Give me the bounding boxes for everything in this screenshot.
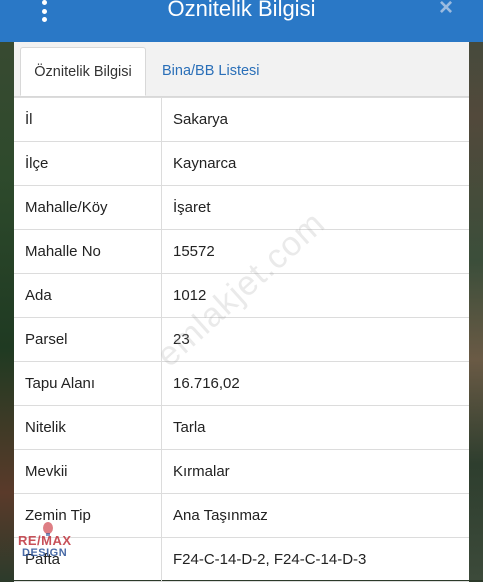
row-value: 1012 xyxy=(173,287,207,304)
map-background-right xyxy=(469,0,483,580)
row-key: Mahalle/Köy xyxy=(14,186,162,229)
row-value: Sakarya xyxy=(173,111,229,128)
row-key: Mevkii xyxy=(14,450,162,493)
row-value: Kaynarca xyxy=(173,155,237,172)
row-value: 16.716,02 xyxy=(173,375,240,392)
table-row: İl Sakarya xyxy=(14,98,469,142)
row-key: Mahalle No xyxy=(14,230,162,273)
row-value: Kırmalar xyxy=(173,463,230,480)
table-row: İlçe Kaynarca xyxy=(14,142,469,186)
close-icon[interactable]: × xyxy=(439,0,453,23)
table-row: Tapu Alanı 16.716,02 xyxy=(14,362,469,406)
tab-attribute-info[interactable]: Öznitelik Bilgisi xyxy=(20,47,146,96)
row-key: İl xyxy=(14,98,162,141)
table-row: Pafta F24-C-14-D-2, F24-C-14-D-3 xyxy=(14,538,469,582)
row-key: Tapu Alanı xyxy=(14,362,162,405)
row-value: İşaret xyxy=(173,199,211,216)
table-row: Ada 1012 xyxy=(14,274,469,318)
row-value: Ana Taşınmaz xyxy=(173,507,268,524)
row-value: Tarla xyxy=(173,419,206,436)
row-value: F24-C-14-D-2, F24-C-14-D-3 xyxy=(173,551,367,568)
table-row: Mahalle/Köy İşaret xyxy=(14,186,469,230)
logo-line1: RE/MAX xyxy=(18,533,72,548)
table-row: Nitelik Tarla xyxy=(14,406,469,450)
table-row: Mevkii Kırmalar xyxy=(14,450,469,494)
table-row: Zemin Tip Ana Taşınmaz xyxy=(14,494,469,538)
logo-line2: DESIGN xyxy=(22,547,68,559)
row-key: Zemin Tip xyxy=(14,494,162,537)
row-key: Ada xyxy=(14,274,162,317)
attribute-panel: Öznitelik Bilgisi Bina/BB Listesi İl Sak… xyxy=(14,42,469,582)
attribute-table: İl Sakarya İlçe Kaynarca Mahalle/Köy İşa… xyxy=(14,97,469,582)
table-row: Mahalle No 15572 xyxy=(14,230,469,274)
row-value: 15572 xyxy=(173,243,215,260)
row-key: Nitelik xyxy=(14,406,162,449)
table-row: Parsel 23 xyxy=(14,318,469,362)
dialog-title: Öznitelik Bilgisi xyxy=(167,0,316,21)
row-key: Parsel xyxy=(14,318,162,361)
row-value: 23 xyxy=(173,331,190,348)
tab-building-list[interactable]: Bina/BB Listesi xyxy=(162,47,260,96)
tab-bar: Öznitelik Bilgisi Bina/BB Listesi xyxy=(14,42,469,97)
row-key: İlçe xyxy=(14,142,162,185)
map-background-left xyxy=(0,0,14,580)
dialog-header: Öznitelik Bilgisi × xyxy=(0,0,483,42)
